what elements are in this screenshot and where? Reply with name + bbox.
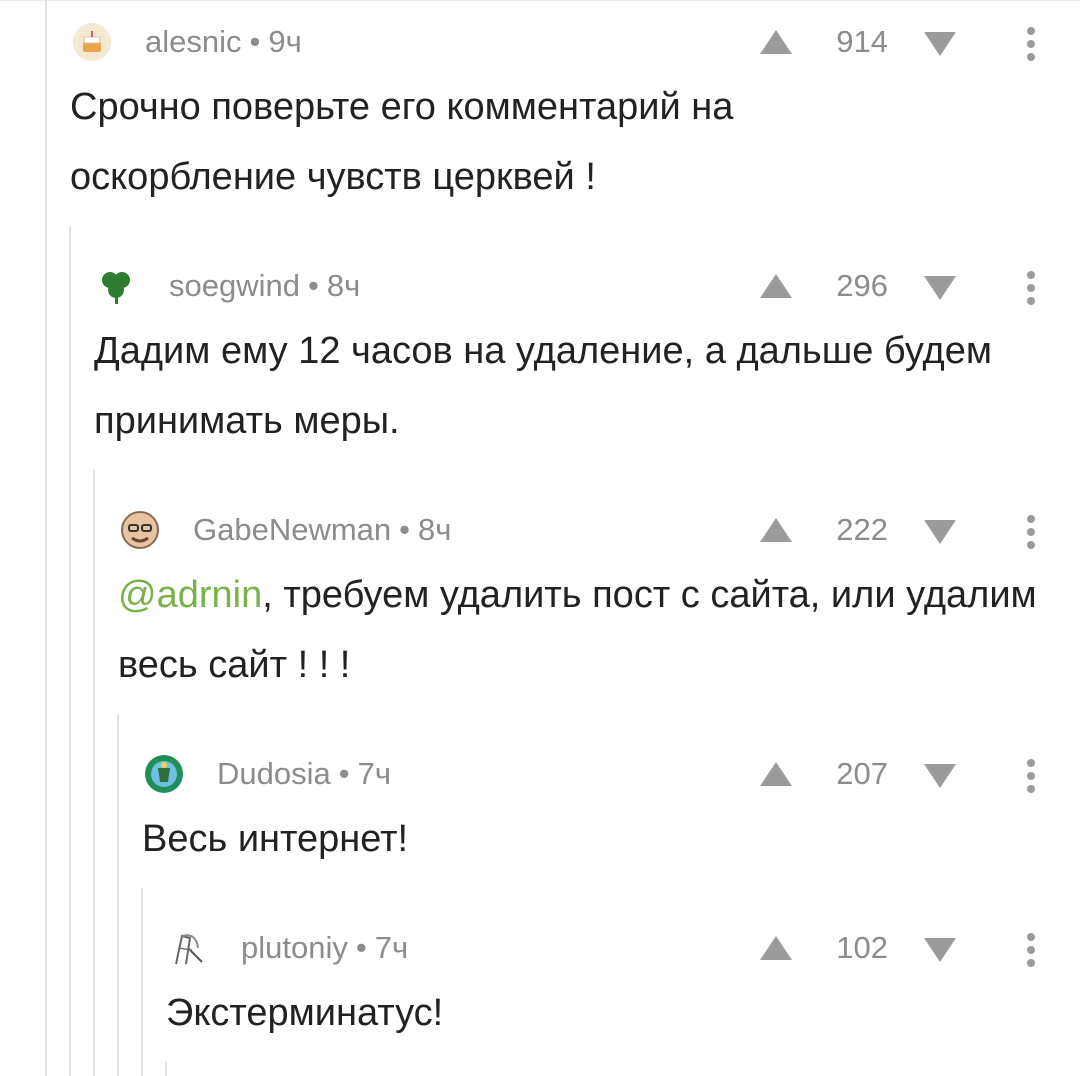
face-avatar-icon[interactable] <box>118 508 162 552</box>
comment-meta: GabeNewman • 8ч <box>193 514 451 546</box>
comment-meta: Dudosia • 7ч <box>217 758 391 790</box>
comment-text: Дадим ему 12 часов на удаление, а дальше… <box>94 330 992 442</box>
timestamp: 7ч <box>357 756 392 791</box>
comment-text: Срочно поверьте его комментарий на оскор… <box>70 86 734 198</box>
separator-dot: • <box>399 512 411 547</box>
timestamp: 7ч <box>374 930 409 965</box>
more-options-icon[interactable] <box>1026 758 1036 799</box>
thread-line-level-3[interactable] <box>117 714 119 1076</box>
thread-line-level-2[interactable] <box>93 470 95 1076</box>
vote-count: 222 <box>836 512 888 547</box>
separator-dot: • <box>355 930 367 965</box>
comment-text: Весь интернет! <box>142 818 409 860</box>
downvote-icon[interactable] <box>922 516 958 551</box>
separator-dot: • <box>249 24 261 59</box>
comment-meta: plutoniy • 7ч <box>241 932 408 964</box>
more-options-icon[interactable] <box>1026 932 1036 973</box>
comment-header: GabeNewman • 8ч 222 <box>118 500 1080 560</box>
comment-text: @adrnin, требуем удалить пост с сайта, и… <box>118 560 1048 700</box>
vote-count: 207 <box>836 756 888 791</box>
user-mention-link[interactable]: @adrnin <box>118 574 262 616</box>
separator-dot: • <box>307 268 319 303</box>
username[interactable]: Dudosia <box>217 756 331 791</box>
comment-header: plutoniy • 7ч 102 <box>166 918 1080 978</box>
clover-avatar-icon[interactable] <box>94 264 138 308</box>
thread-line-level-0[interactable] <box>45 0 47 1076</box>
username[interactable]: GabeNewman <box>193 512 391 547</box>
downvote-icon[interactable] <box>922 760 958 795</box>
timestamp: 9ч <box>268 24 302 59</box>
upvote-icon[interactable] <box>758 514 794 551</box>
timestamp: 8ч <box>418 512 452 547</box>
vote-count: 296 <box>836 268 888 303</box>
more-options-icon[interactable] <box>1026 270 1036 311</box>
sketch-avatar-icon[interactable] <box>166 926 210 970</box>
username[interactable]: alesnic <box>145 24 242 59</box>
comment-header: Dudosia • 7ч 207 <box>142 744 1080 804</box>
downvote-icon[interactable] <box>922 934 958 969</box>
upvote-icon[interactable] <box>758 26 794 63</box>
comment: soegwind • 8ч 296 Дадим ему 12 часов на уд… <box>94 256 1080 456</box>
vote-count: 914 <box>836 24 888 59</box>
more-options-icon[interactable] <box>1026 514 1036 555</box>
downvote-icon[interactable] <box>922 272 958 307</box>
comment-meta: soegwind • 8ч <box>169 270 360 302</box>
downvote-icon[interactable] <box>922 28 958 63</box>
more-options-icon[interactable] <box>1026 26 1036 67</box>
vote-count: 102 <box>836 930 888 965</box>
upvote-icon[interactable] <box>758 932 794 969</box>
thread-line-level-5[interactable] <box>165 1062 167 1076</box>
comment: Dudosia • 7ч 207 Весь интернет! <box>142 744 1080 874</box>
username[interactable]: soegwind <box>169 268 300 303</box>
comment-header: alesnic • 9ч 914 <box>70 12 1080 72</box>
cake-avatar-icon[interactable] <box>70 20 114 64</box>
emblem-avatar-icon[interactable] <box>142 752 186 796</box>
comment: GabeNewman • 8ч 222 @adrnin, требуем удали… <box>118 500 1080 700</box>
comment-header: soegwind • 8ч 296 <box>94 256 1080 316</box>
comment: plutoniy • 7ч 102 Экстерминатус! <box>166 918 1080 1048</box>
timestamp: 8ч <box>326 268 361 303</box>
thread-line-level-4[interactable] <box>141 888 143 1076</box>
upvote-icon[interactable] <box>758 270 794 307</box>
upvote-icon[interactable] <box>758 758 794 795</box>
comment-meta: alesnic • 9ч <box>145 26 302 58</box>
comment: alesnic • 9ч 914 Срочно поверьте его комме… <box>70 12 1080 212</box>
top-divider <box>0 0 1080 1</box>
username[interactable]: plutoniy <box>241 930 348 965</box>
separator-dot: • <box>338 756 350 791</box>
comment-text: Экстерминатус! <box>166 992 444 1034</box>
thread-line-level-1[interactable] <box>69 226 71 1076</box>
